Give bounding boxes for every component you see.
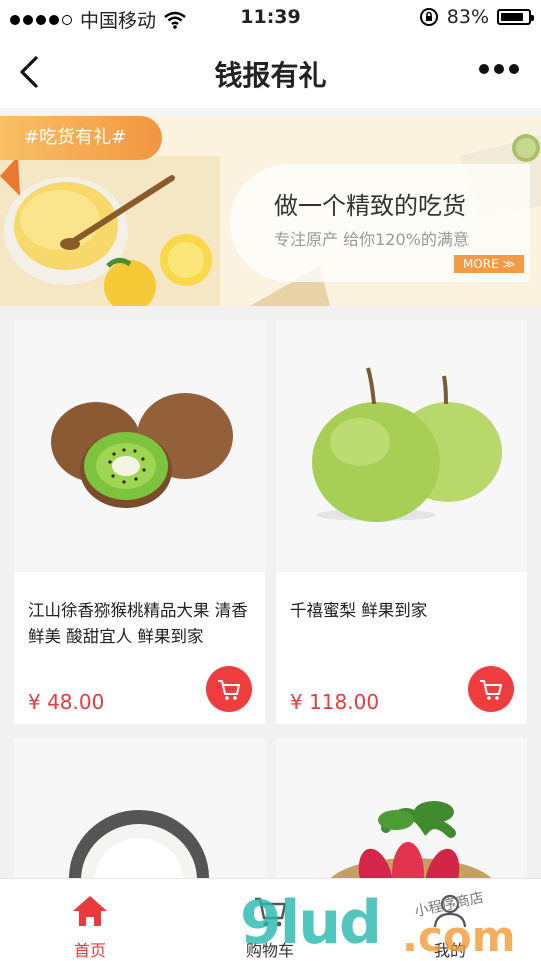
product-name: 江山徐香猕猴桃精品大果 清香鲜美 酸甜宜人 鲜果到家: [28, 601, 248, 646]
cart-icon: [218, 680, 240, 700]
banner-subline: 专注原产 给你120%的满意: [274, 230, 469, 249]
home-icon: [73, 896, 107, 926]
watermark-logo: 9lud: [240, 888, 382, 958]
product-price: ¥ 118.00: [290, 690, 380, 714]
kiwi-image: [14, 320, 265, 572]
banner-more-button[interactable]: MORE ≫: [454, 255, 524, 273]
more-dot: [494, 64, 504, 74]
battery-icon: [497, 9, 534, 25]
cart-icon: [480, 680, 502, 700]
banner-headline: 做一个精致的吃货: [274, 192, 466, 220]
product-card[interactable]: 千禧蜜梨 鲜果到家 ¥ 118.00: [276, 320, 527, 724]
status-bar: 中国移动 11:39 83%: [0, 0, 541, 36]
product-name: 千禧蜜梨 鲜果到家: [290, 601, 428, 620]
tab-home-label: 首页: [73, 941, 106, 960]
tab-home[interactable]: 首页: [30, 891, 150, 961]
product-card[interactable]: 江山徐香猕猴桃精品大果 清香鲜美 酸甜宜人 鲜果到家 ¥ 48.00: [14, 320, 265, 724]
more-options-button[interactable]: [479, 64, 519, 74]
add-to-cart-button[interactable]: [206, 666, 252, 712]
navigation-bar: 钱报有礼: [0, 36, 541, 108]
product-price: ¥ 48.00: [28, 690, 105, 714]
rice-image: [14, 738, 265, 878]
page-title: 钱报有礼: [214, 59, 327, 92]
more-dot: [509, 64, 519, 74]
battery-fill: [501, 13, 523, 21]
more-dot: [479, 64, 489, 74]
product-card[interactable]: [14, 738, 265, 878]
status-right: 83%: [419, 6, 534, 28]
product-grid: 江山徐香猕猴桃精品大果 清香鲜美 酸甜宜人 鲜果到家 ¥ 48.00 千禧蜜梨 …: [0, 306, 541, 878]
sweet-potato-image: [276, 738, 527, 878]
battery-percent: 83%: [446, 6, 489, 28]
banner-hashtag: #吃货有礼#: [0, 116, 162, 160]
add-to-cart-button[interactable]: [468, 666, 514, 712]
promo-banner[interactable]: #吃货有礼# 做一个精致的吃货 专注原产 给你120%的满意 MORE ≫: [0, 116, 541, 306]
pear-image: [276, 320, 527, 572]
orientation-lock-icon: [419, 8, 438, 26]
product-card[interactable]: [276, 738, 527, 878]
